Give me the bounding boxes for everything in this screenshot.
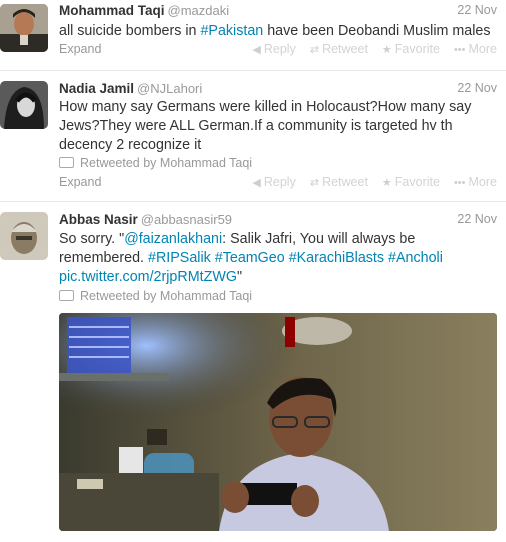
timestamp[interactable]: 22 Nov — [457, 81, 497, 95]
photo-illustration — [59, 313, 497, 531]
tweet-photo[interactable] — [59, 313, 497, 531]
author-name[interactable]: Mohammad Taqi — [59, 3, 165, 18]
avatar-image — [0, 212, 48, 260]
tweet-text: How many say Germans were killed in Holo… — [59, 99, 472, 153]
retweet-button[interactable]: ⇄ Retweet — [310, 175, 368, 189]
more-button[interactable]: ••• More — [454, 175, 497, 189]
reply-icon: ◀ — [252, 177, 261, 189]
tweet-text: all suicide bombers in #Pakistan have be… — [59, 22, 497, 41]
mention-link[interactable]: @faizanlakhani — [124, 231, 222, 247]
hashtag-link[interactable]: #Pakistan — [200, 23, 263, 39]
reply-label: Reply — [263, 175, 296, 189]
tweet-actions: Expand ◀ Reply ⇄ Retweet ★ Favorite ••• More — [59, 175, 497, 191]
text-segment: all suicide bombers in — [59, 23, 201, 39]
more-label: More — [468, 42, 497, 56]
avatar[interactable] — [0, 212, 48, 260]
retweet-label: Retweet — [322, 175, 368, 189]
text-segment: So sorry. " — [59, 231, 125, 247]
expand-link[interactable]: Expand — [59, 42, 101, 56]
retweet-button[interactable]: ⇄ Retweet — [310, 42, 368, 56]
text-segment: have been Deobandi Muslim males — [263, 23, 491, 39]
author-handle[interactable]: @mazdaki — [168, 3, 230, 18]
tweet-header: Mohammad Taqi @mazdaki 22 Nov — [59, 3, 497, 21]
retweet-icon: ⇄ — [309, 44, 320, 56]
retweet-label: Retweet — [322, 42, 368, 56]
favorite-icon: ★ — [381, 177, 392, 189]
tweet-text: So sorry. "@faizanlakhani: Salik Jafri, … — [59, 230, 466, 287]
reply-icon: ◀ — [252, 44, 261, 56]
text-segment: " — [236, 269, 243, 285]
hashtag-link[interactable]: #RIPSalik — [148, 250, 211, 266]
avatar[interactable] — [0, 4, 48, 52]
more-label: More — [468, 175, 497, 189]
favorite-label: Favorite — [394, 175, 440, 189]
avatar-image — [0, 4, 48, 52]
reply-button[interactable]: ◀ Reply — [252, 42, 295, 56]
favorite-icon: ★ — [381, 44, 392, 56]
more-icon: ••• — [453, 44, 466, 56]
retweeted-by[interactable]: Retweeted by Mohammad Taqi — [59, 156, 252, 170]
reply-button[interactable]: ◀ Reply — [252, 175, 295, 189]
retweet-icon — [59, 290, 74, 302]
tweet-header: Nadia Jamil @NJLahori 22 Nov — [59, 81, 497, 99]
avatar[interactable] — [0, 81, 48, 129]
retweet-icon: ⇄ — [309, 177, 320, 189]
hashtag-link[interactable]: #Ancholi — [388, 250, 443, 266]
retweeted-by[interactable]: Retweeted by Mohammad Taqi — [59, 289, 252, 303]
avatar-image — [0, 81, 48, 129]
expand-link[interactable]: Expand — [59, 175, 101, 189]
favorite-button[interactable]: ★ Favorite — [382, 175, 440, 189]
author-handle[interactable]: @NJLahori — [137, 81, 202, 96]
more-button[interactable]: ••• More — [454, 42, 497, 56]
author-name[interactable]: Abbas Nasir — [59, 212, 138, 227]
media-link[interactable]: pic.twitter.com/2rjpRMtZWG — [59, 269, 237, 285]
retweeted-by-label: Retweeted by Mohammad Taqi — [80, 289, 253, 303]
tweet[interactable]: Mohammad Taqi @mazdaki 22 Nov all suicide… — [0, 0, 506, 71]
retweeted-by-label: Retweeted by Mohammad Taqi — [80, 156, 253, 170]
tweet-actions: Expand ◀ Reply ⇄ Retweet ★ Favorite ••• More — [59, 42, 497, 58]
retweet-icon — [59, 157, 74, 169]
author-name[interactable]: Nadia Jamil — [59, 81, 134, 96]
action-bar: ◀ Reply ⇄ Retweet ★ Favorite ••• More — [238, 175, 497, 189]
hashtag-link[interactable]: #KarachiBlasts — [289, 250, 384, 266]
tweet-header: Abbas Nasir @abbasnasir59 22 Nov — [59, 212, 497, 230]
timestamp[interactable]: 22 Nov — [457, 212, 497, 226]
favorite-button[interactable]: ★ Favorite — [382, 42, 440, 56]
hashtag-link[interactable]: #TeamGeo — [215, 250, 285, 266]
reply-label: Reply — [263, 42, 296, 56]
more-icon: ••• — [453, 177, 466, 189]
favorite-label: Favorite — [394, 42, 440, 56]
timestamp[interactable]: 22 Nov — [457, 3, 497, 17]
author-handle[interactable]: @abbasnasir59 — [141, 212, 232, 227]
tweet[interactable]: Nadia Jamil @NJLahori 22 Nov How many say… — [0, 71, 506, 202]
action-bar: ◀ Reply ⇄ Retweet ★ Favorite ••• More — [238, 42, 497, 56]
